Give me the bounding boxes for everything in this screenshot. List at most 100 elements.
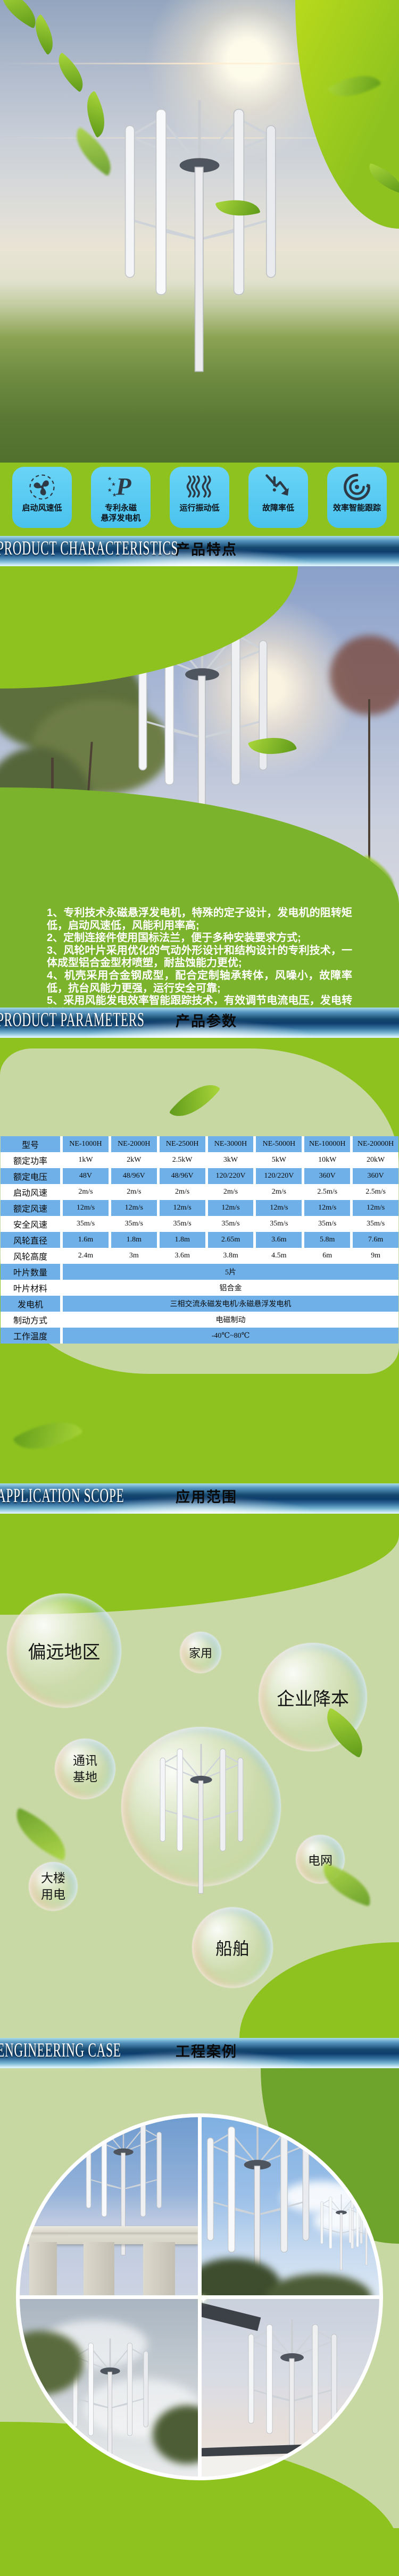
engineering-case-section: ✦ bbox=[0, 2068, 399, 2576]
param-value: 3.6m bbox=[160, 1248, 205, 1264]
param-value: 12m/s bbox=[63, 1200, 109, 1216]
case-photo-cloudy bbox=[20, 2299, 198, 2477]
param-value-merged: 铝合金 bbox=[63, 1280, 398, 1296]
banner-title-reflection: ENGINEERING CASE bbox=[0, 2040, 121, 2059]
wind-turbine-image bbox=[345, 2194, 380, 2269]
param-value: 12m/s bbox=[256, 1200, 302, 1216]
param-label: 额定电压 bbox=[1, 1168, 60, 1184]
bubble-building-power: 大楼 用电 bbox=[29, 1862, 78, 1911]
building-structure bbox=[29, 2242, 57, 2295]
leaf-decoration bbox=[6, 1808, 76, 1861]
product-photo-trees bbox=[0, 566, 399, 904]
param-row: 制动方式电磁制动 bbox=[1, 1312, 398, 1328]
parameters-table: 型号NE-1000HNE-2000HNE-2500HNE-3000HNE-500… bbox=[1, 1136, 398, 1344]
wind-turbine-image bbox=[151, 1735, 252, 1894]
feature-item: 3、风轮叶片采用优化的气动外形设计和结构设计的专利技术，一体成型铝合金型材喷塑，… bbox=[47, 945, 352, 970]
param-value: 1kW bbox=[63, 1152, 109, 1168]
param-label: 型号 bbox=[1, 1136, 60, 1152]
param-value: 48V bbox=[63, 1168, 109, 1184]
param-row: 发电机三相交流永磁发电机/永磁悬浮发电机 bbox=[1, 1296, 398, 1312]
section-banner-characteristics: PRODUCT CHARACTERISTICS PRODUCT CHARACTE… bbox=[0, 536, 399, 566]
param-label: 制动方式 bbox=[1, 1312, 60, 1328]
bubble-label: 偏远地区 bbox=[28, 1638, 101, 1664]
banner-title-reflection: PRODUCT PARAMETERS bbox=[0, 1009, 145, 1029]
param-value: 35m/s bbox=[353, 1216, 398, 1232]
param-value: 35m/s bbox=[111, 1216, 157, 1232]
case-photo-field-poles bbox=[202, 2117, 380, 2295]
section-banner-parameters: PRODUCT PARAMETERS PRODUCT PARAMETERS 产品… bbox=[0, 1008, 399, 1038]
leaf-decoration bbox=[13, 1407, 83, 1464]
param-value: 3.6m bbox=[256, 1232, 302, 1248]
section-banner-engineering: ENGINEERING CASE ENGINEERING CASE 工程案例 bbox=[0, 2038, 399, 2068]
param-value: 1.8m bbox=[160, 1232, 205, 1248]
green-curve-shape bbox=[0, 2528, 399, 2576]
param-label: 启动风速 bbox=[1, 1184, 60, 1200]
param-value: 35m/s bbox=[160, 1216, 205, 1232]
banner-title-zh: 产品参数 bbox=[176, 1014, 237, 1029]
param-value: 12m/s bbox=[353, 1200, 398, 1216]
building-structure bbox=[143, 2242, 175, 2295]
param-value: 12m/s bbox=[208, 1200, 254, 1216]
svg-text:★: ★ bbox=[111, 482, 116, 488]
bubble-label: 通讯 基地 bbox=[73, 1752, 97, 1785]
param-value: 5.8m bbox=[304, 1232, 350, 1248]
section-banner-application: APPLICATION SCOPE APPLICATION SCOPE 应用范围 bbox=[0, 1483, 399, 1514]
case-photo-collage: ✦ bbox=[16, 2113, 383, 2480]
param-value-merged: -40℃~80℃ bbox=[63, 1328, 398, 1344]
param-value: 2m/s bbox=[208, 1184, 254, 1200]
feature-card-label: 运行振动低 bbox=[179, 504, 219, 514]
param-value: 5kW bbox=[256, 1152, 302, 1168]
param-value: 1.8m bbox=[111, 1232, 157, 1248]
feature-item: 2、定制连接件使用国标法兰，便于多种安装要求方式; bbox=[47, 932, 352, 945]
bubble-label: 大楼 用电 bbox=[41, 1870, 65, 1903]
param-label: 风轮高度 bbox=[1, 1248, 60, 1264]
param-value: NE-1000H bbox=[63, 1136, 109, 1152]
param-value: 120/220V bbox=[208, 1168, 254, 1184]
param-value: NE-2000H bbox=[111, 1136, 157, 1152]
green-corner-shape bbox=[295, 0, 399, 229]
svg-text:★: ★ bbox=[112, 492, 117, 498]
fan-icon bbox=[28, 472, 56, 502]
application-scope-section: 偏远地区 家用 企业降本 通讯 基地 电网 大楼 用电 船舶 bbox=[0, 1514, 399, 2038]
param-value: 1.6m bbox=[63, 1232, 109, 1248]
param-value: 360V bbox=[353, 1168, 398, 1184]
param-value: 2m/s bbox=[63, 1184, 109, 1200]
param-value: 35m/s bbox=[208, 1216, 254, 1232]
param-row: 型号NE-1000HNE-2000HNE-2500HNE-3000HNE-500… bbox=[1, 1136, 398, 1152]
param-value-merged: 三相交流永磁发电机/永磁悬浮发电机 bbox=[63, 1296, 398, 1312]
param-value: 2.5m/s bbox=[353, 1184, 398, 1200]
param-value: 4.5m bbox=[256, 1248, 302, 1264]
param-value: 360V bbox=[304, 1168, 350, 1184]
tree-canopy-red bbox=[330, 635, 399, 715]
param-label: 额定功率 bbox=[1, 1152, 60, 1168]
product-page: 启动风速低 P ★★★★ 专利永磁 悬浮发电机 bbox=[0, 0, 399, 2576]
param-value: 6m bbox=[304, 1248, 350, 1264]
param-value: NE-2500H bbox=[160, 1136, 205, 1152]
param-row: 额定风速12m/s12m/s12m/s12m/s12m/s12m/s12m/s bbox=[1, 1200, 398, 1216]
param-label: 叶片数量 bbox=[1, 1264, 60, 1280]
building-wall bbox=[202, 2456, 342, 2477]
feature-card-label: 故障率低 bbox=[262, 504, 294, 514]
leaf-decoration bbox=[49, 52, 92, 92]
param-row: 工作温度-40℃~80℃ bbox=[1, 1328, 398, 1344]
param-label: 风轮直径 bbox=[1, 1232, 60, 1248]
param-value: 48/96V bbox=[160, 1168, 205, 1184]
hero-photo bbox=[0, 0, 399, 463]
failure-rate-icon bbox=[264, 472, 293, 502]
param-value: 10kW bbox=[304, 1152, 350, 1168]
svg-text:★: ★ bbox=[107, 476, 112, 482]
banner-title-zh: 工程案例 bbox=[176, 2045, 237, 2059]
tracking-icon bbox=[343, 472, 371, 502]
bubble-remote-areas: 偏远地区 bbox=[7, 1593, 121, 1708]
param-label: 安全风速 bbox=[1, 1216, 60, 1232]
param-value: 2.4m bbox=[63, 1248, 109, 1264]
param-value-merged: 5片 bbox=[63, 1264, 398, 1280]
param-row: 叶片数量5片 bbox=[1, 1264, 398, 1280]
feature-card-label: 启动风速低 bbox=[22, 504, 62, 514]
green-curve-shape bbox=[0, 787, 399, 904]
param-label: 工作温度 bbox=[1, 1328, 60, 1344]
param-value: 12m/s bbox=[160, 1200, 205, 1216]
param-value: 35m/s bbox=[256, 1216, 302, 1232]
param-value: NE-20000H bbox=[353, 1136, 398, 1152]
leaf-decoration bbox=[317, 1863, 378, 1907]
